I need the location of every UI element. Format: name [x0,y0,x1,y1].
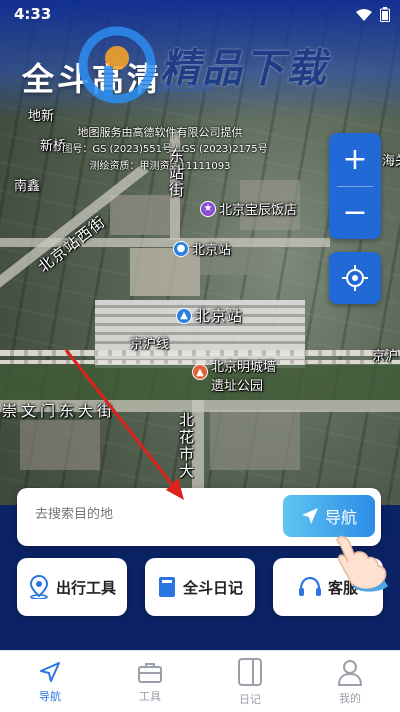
status-time: 4:33 [14,5,52,23]
status-bar: 4:33 [0,0,400,28]
battery-icon [380,7,390,22]
annotation-arrow-icon [64,349,184,500]
pointing-hand-icon [336,535,388,592]
wifi-icon [356,8,372,21]
status-icons [356,7,390,22]
